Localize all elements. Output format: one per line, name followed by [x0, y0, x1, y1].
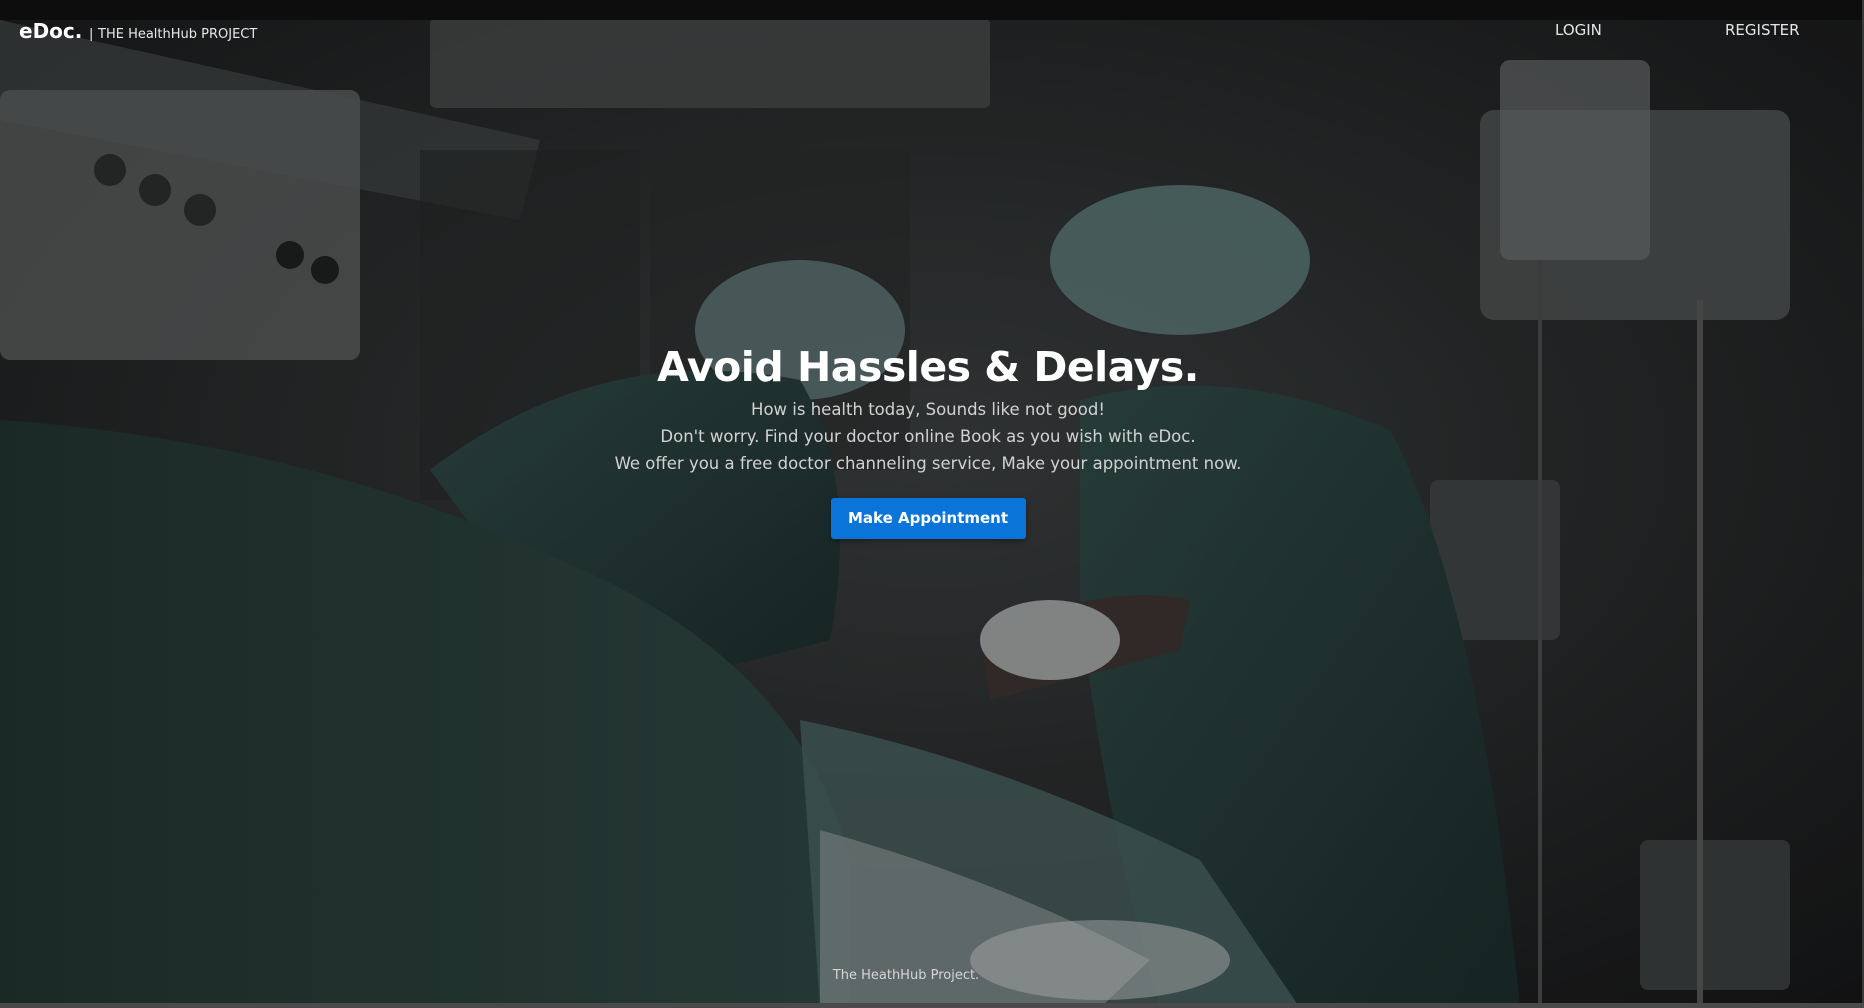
- make-appointment-button[interactable]: Make Appointment: [830, 498, 1026, 539]
- brand-tagline: THE HealthHub PROJECT: [98, 27, 258, 42]
- hero-line: We offer you a free doctor channeling se…: [614, 454, 1242, 473]
- landing-page: eDoc. | THE HealthHub PROJECT LOGIN REGI…: [0, 0, 1864, 1008]
- brand-separator: |: [89, 25, 93, 41]
- hero-title: Avoid Hassles & Delays.: [657, 343, 1199, 391]
- register-link[interactable]: REGISTER: [1725, 21, 1800, 39]
- window-bottom-edge: [0, 1003, 1864, 1008]
- hero-section: Avoid Hassles & Delays. How is health to…: [532, 338, 1324, 539]
- brand-logo-text[interactable]: eDoc.: [19, 19, 82, 43]
- hero-line: Don't worry. Find your doctor online Boo…: [660, 427, 1196, 446]
- hero-description: How is health today, Sounds like not goo…: [532, 396, 1324, 477]
- hero-line: How is health today, Sounds like not goo…: [751, 400, 1105, 419]
- top-navigation-bar: eDoc. | THE HealthHub PROJECT LOGIN REGI…: [0, 0, 1864, 62]
- brand[interactable]: eDoc. | THE HealthHub PROJECT: [19, 19, 257, 43]
- footer-text: The HeathHub Project.: [832, 968, 980, 983]
- login-link[interactable]: LOGIN: [1555, 21, 1602, 39]
